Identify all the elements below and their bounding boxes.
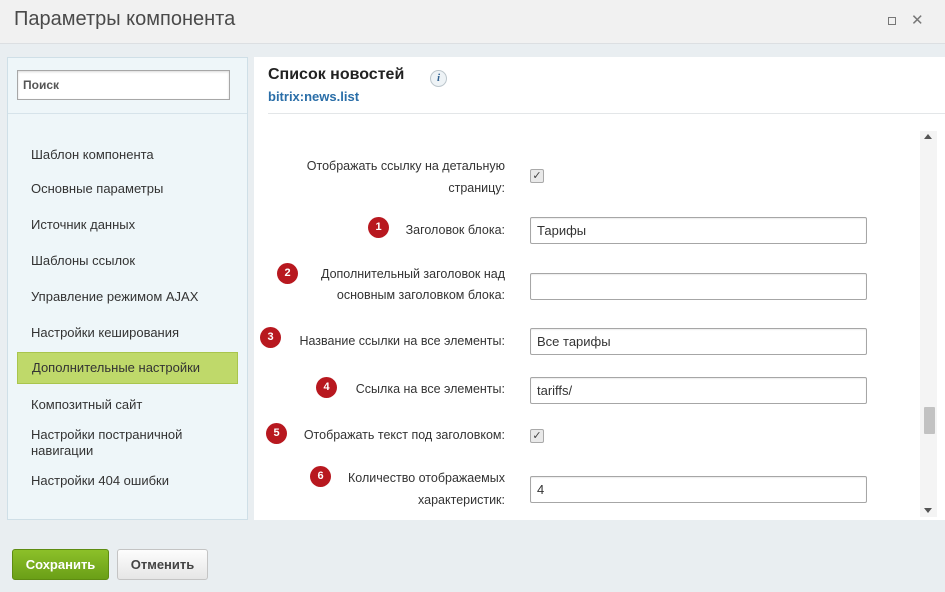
field-label-all-link-name: Название ссылки на все элементы: [299,334,505,348]
characteristics-count-input[interactable] [530,476,867,503]
sidebar-item-template[interactable]: Шаблон компонента [17,145,238,165]
maximize-icon[interactable] [886,15,898,27]
all-link-url-input[interactable] [530,377,867,404]
sidebar-item-additional-settings[interactable]: Дополнительные настройки [17,352,238,384]
subtitle-text-checkbox[interactable]: ✓ [530,429,544,443]
detail-link-checkbox[interactable]: ✓ [530,169,544,183]
field-label-extra-title: Дополнительный заголовок над основным за… [320,267,505,302]
sidebar-item-pagination[interactable]: Настройки постраничной навигации [17,427,238,461]
sidebar-item-basic-params[interactable]: Основные параметры [17,179,238,199]
component-title: Список новостей [268,66,405,83]
sidebar-item-404[interactable]: Настройки 404 ошибки [17,471,238,491]
badge-1: 1 [368,217,389,238]
main-panel: Список новостей i bitrix:news.list Отобр… [254,57,945,520]
badge-5: 5 [266,423,287,444]
sidebar-item-composite[interactable]: Композитный сайт [17,395,238,415]
field-label-characteristics-count: Количество отображаемых характеристик: [348,471,505,507]
extra-title-input[interactable] [530,273,867,300]
sidebar-item-caching[interactable]: Настройки кеширования [17,323,238,343]
scroll-thumb[interactable] [924,407,935,434]
divider [268,113,945,114]
badge-6: 6 [310,466,331,487]
sidebar-item-data-source[interactable]: Источник данных [17,215,238,235]
block-title-input[interactable] [530,217,867,244]
scroll-down-icon[interactable] [924,508,932,513]
scroll-up-icon[interactable] [924,134,932,139]
field-label-subtitle-text: Отображать текст под заголовком: [303,428,505,442]
badge-4: 4 [316,377,337,398]
sidebar: Шаблон компонента Основные параметры Ист… [7,57,248,520]
component-code: bitrix:news.list [268,89,360,104]
scrollbar[interactable] [920,131,937,517]
field-label-block-title: Заголовок блока: [405,223,505,237]
search-input[interactable] [17,70,230,100]
cancel-button[interactable]: Отменить [117,549,208,580]
dialog-footer: Сохранить Отменить [0,533,945,592]
dialog-titlebar: Параметры компонента ✕ [0,0,945,44]
info-icon[interactable]: i [430,70,447,87]
badge-2: 2 [277,263,298,284]
dialog-title: Параметры компонента [14,8,236,30]
save-button[interactable]: Сохранить [12,549,109,580]
all-link-name-input[interactable] [530,328,867,355]
search-area [8,58,247,114]
sidebar-item-ajax[interactable]: Управление режимом AJAX [17,287,238,307]
badge-3: 3 [260,327,281,348]
close-icon[interactable]: ✕ [911,13,924,28]
sidebar-item-link-templates[interactable]: Шаблоны ссылок [17,251,238,271]
field-label-detail-link: Отображать ссылку на детальную страницу: [306,159,505,195]
field-label-all-link-url: Ссылка на все элементы: [355,382,505,396]
